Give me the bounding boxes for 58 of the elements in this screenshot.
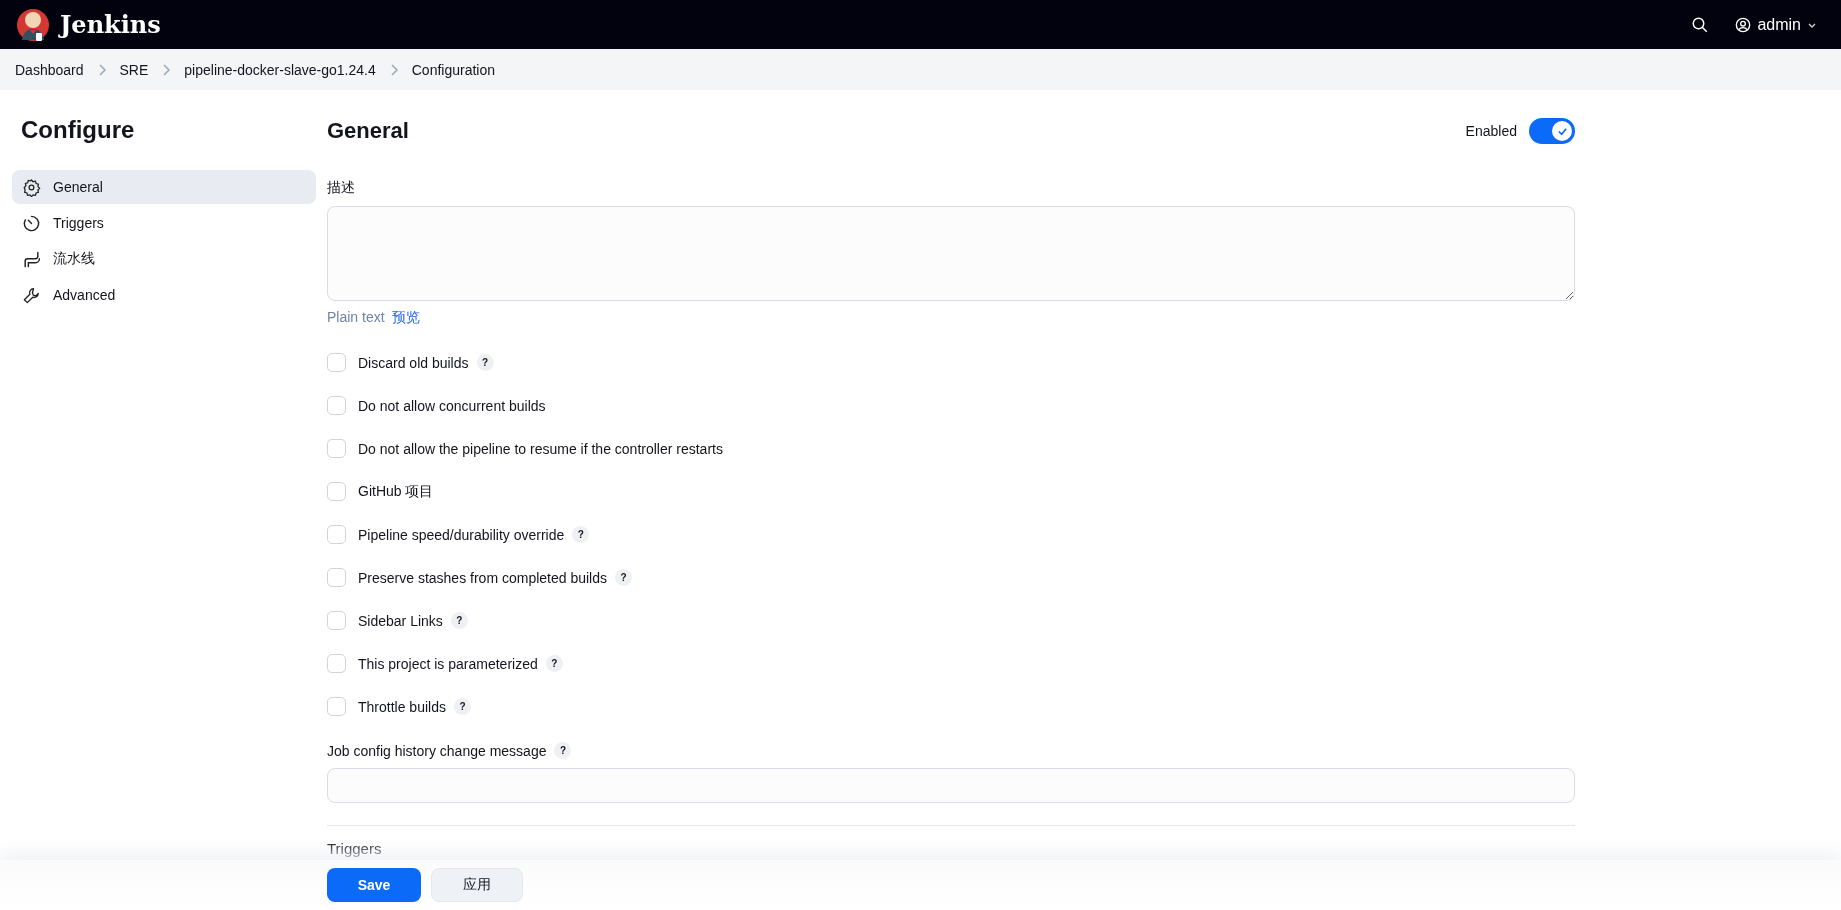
checkbox[interactable] <box>327 611 346 630</box>
breadcrumb-link[interactable]: Dashboard <box>15 61 84 78</box>
checkbox[interactable] <box>327 482 346 501</box>
option-label: Preserve stashes from completed builds <box>358 569 607 586</box>
wrench-icon <box>22 285 41 305</box>
checkbox[interactable] <box>327 439 346 458</box>
option-label: Throttle builds <box>358 698 446 715</box>
help-button[interactable]: ? <box>453 698 471 715</box>
option-label: Sidebar Links <box>358 612 443 629</box>
pipe-icon <box>22 249 41 269</box>
help-button[interactable]: ? <box>572 526 590 543</box>
input-field[interactable] <box>327 768 1575 803</box>
sidebar-item[interactable]: Advanced <box>12 278 316 312</box>
section-title: Triggers <box>327 840 382 857</box>
chevron-icon <box>162 63 171 76</box>
user-icon <box>1735 16 1752 33</box>
option-label: This project is parameterized <box>358 655 538 672</box>
checkbox[interactable] <box>327 353 346 372</box>
checkbox[interactable] <box>327 396 346 415</box>
check-icon <box>1556 125 1568 137</box>
option-label: Do not allow the pipeline to resume if the controller restarts <box>358 440 723 457</box>
apply-button[interactable]: 应用 <box>431 868 523 902</box>
sidebar-item[interactable]: Triggers <box>12 206 316 240</box>
breadcrumb-link[interactable]: Configuration <box>411 61 496 78</box>
format-label: Plain text <box>327 309 385 327</box>
description-field[interactable] <box>327 206 1575 301</box>
sidebar-item[interactable]: 流水线 <box>12 242 316 276</box>
checkbox[interactable] <box>327 654 346 673</box>
chevron-icon <box>389 63 398 76</box>
brand-name[interactable]: Jenkins <box>60 10 161 39</box>
help-button[interactable]: ? <box>615 569 632 586</box>
preview-link[interactable]: 预览 <box>391 309 420 327</box>
checkbox[interactable] <box>327 697 346 716</box>
breadcrumb-link[interactable]: SRE <box>119 61 149 78</box>
option-label: GitHub 项目 <box>358 482 434 501</box>
checkbox[interactable] <box>327 568 346 587</box>
save-button[interactable]: Save <box>327 868 421 902</box>
gear-icon <box>22 177 41 197</box>
search-icon <box>1691 15 1710 34</box>
option-label: Do not allow concurrent builds <box>358 397 546 414</box>
sidebar-title: Configure <box>21 116 136 144</box>
timer-icon <box>22 213 41 233</box>
breadcrumb-link[interactable]: pipeline-docker-slave-go1.24.4 <box>184 61 376 78</box>
field-label: Job config history change message <box>327 742 547 759</box>
field-label: 描述 <box>327 179 355 197</box>
sidebar-item[interactable]: General <box>12 170 316 204</box>
option-label: Discard old builds <box>358 354 469 371</box>
help-button[interactable]: ? <box>554 742 572 759</box>
enabled-toggle[interactable] <box>1529 118 1575 144</box>
chevron-icon <box>97 63 106 76</box>
option-label: Pipeline speed/durability override <box>358 526 565 543</box>
help-button[interactable]: ? <box>545 655 563 672</box>
toggle-label: Enabled <box>1465 123 1517 139</box>
section-title: General <box>327 118 410 144</box>
help-button[interactable]: ? <box>450 612 468 629</box>
checkbox[interactable] <box>327 525 346 544</box>
help-button[interactable]: ? <box>476 354 494 371</box>
user-menu[interactable]: admin <box>1727 9 1825 40</box>
